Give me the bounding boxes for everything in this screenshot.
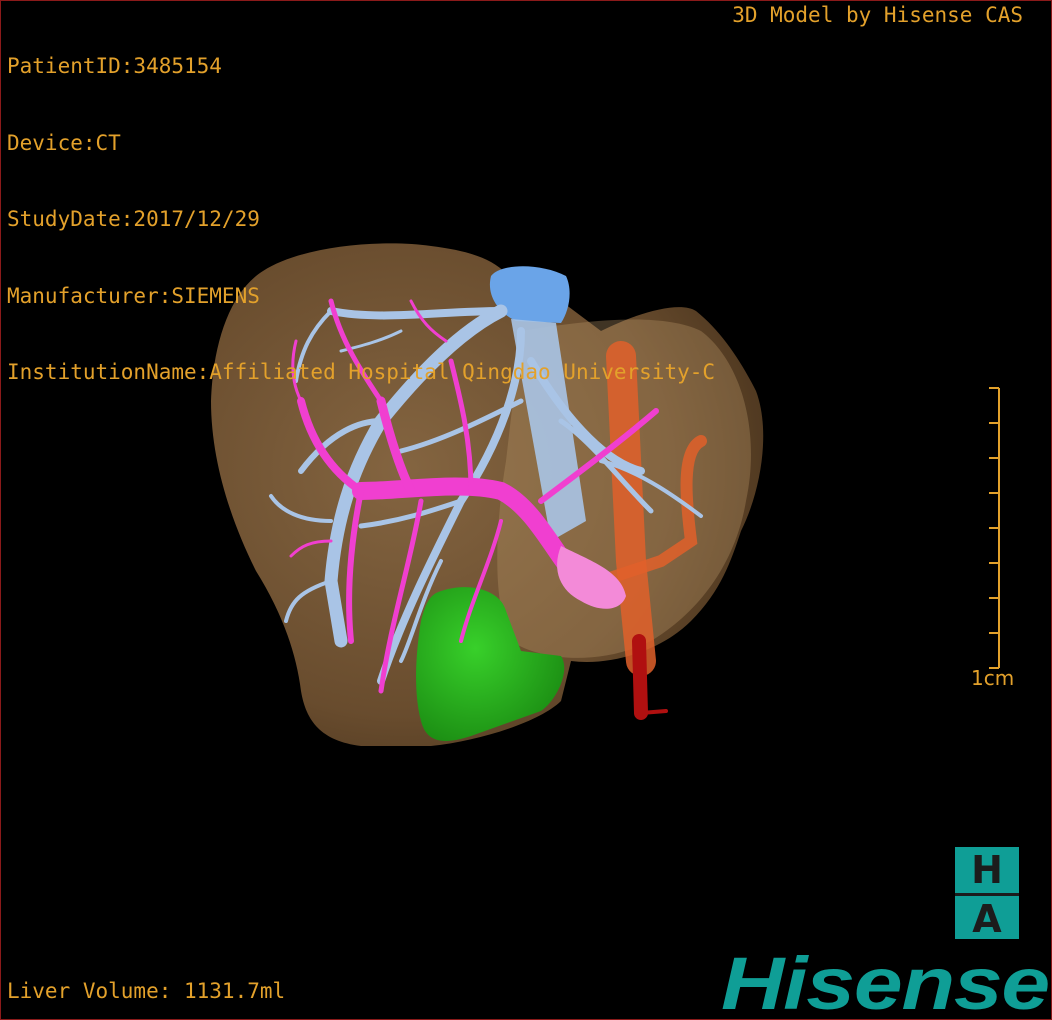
ha-logo-top: H — [971, 848, 1003, 892]
device: Device:CT — [7, 130, 121, 155]
liver-volume: Liver Volume: 1131.7ml — [7, 979, 286, 1003]
manufacturer: Manufacturer:SIEMENS — [7, 283, 260, 308]
hisense-logo: Hisense — [721, 942, 1050, 1020]
study-date: StudyDate:2017/12/29 — [7, 207, 260, 231]
ha-logo: H A — [955, 847, 1019, 942]
model-credit: 3D Model by Hisense CAS — [732, 3, 1023, 27]
institution-name: InstitutionName:Affiliated Hospital Qing… — [7, 360, 716, 384]
patient-id: PatientID:3485154 — [7, 54, 222, 78]
scale-label: 1cm — [971, 666, 1015, 690]
scale-bar — [989, 387, 1000, 669]
hisense-logo-text: Hisense — [721, 942, 1049, 1020]
viewer-3d-viewport[interactable]: PatientID:3485154 Device:CT StudyDate:20… — [0, 0, 1052, 1020]
ha-logo-bottom: A — [955, 893, 1019, 942]
patient-info-overlay: PatientID:3485154 Device:CT StudyDate:20… — [7, 3, 715, 437]
